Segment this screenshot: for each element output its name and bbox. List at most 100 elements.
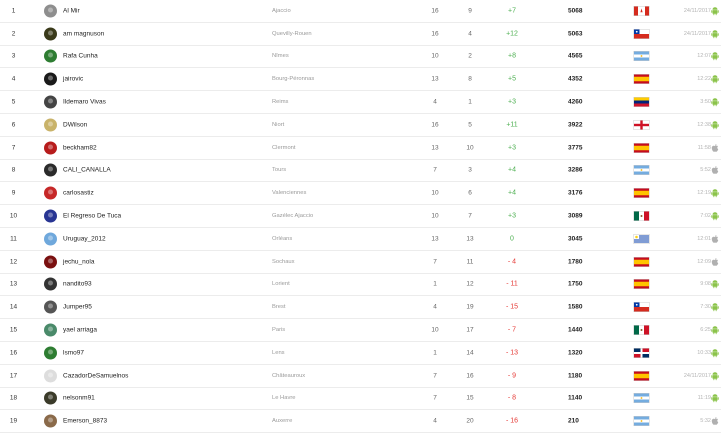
player-name[interactable]: Rafa Cunha bbox=[63, 53, 98, 60]
avatar[interactable] bbox=[44, 369, 57, 383]
last-seen-date: 12:22 bbox=[697, 76, 711, 83]
team-name: Lens bbox=[272, 349, 285, 356]
player-name[interactable]: El Regreso De Tuca bbox=[63, 213, 121, 220]
player-name[interactable]: Ildemaro Vivas bbox=[63, 99, 106, 106]
apple-icon bbox=[711, 234, 719, 243]
player-name[interactable]: yael arriaga bbox=[63, 327, 97, 334]
player-name[interactable]: Uruguay_2012 bbox=[63, 235, 106, 242]
ar-flag bbox=[634, 416, 649, 426]
rank-number: 13 bbox=[9, 280, 18, 288]
last-seen-date: 12:01 bbox=[697, 235, 711, 242]
points-value: 210 bbox=[568, 417, 579, 425]
rank-number: 16 bbox=[9, 349, 18, 357]
table-row[interactable]: 5 Ildemaro Vivas Reims 4 1 +3 4260 3:50 bbox=[0, 91, 721, 114]
player-name[interactable]: lsmo97 bbox=[63, 349, 84, 356]
player-name[interactable]: nelsonm91 bbox=[63, 395, 95, 402]
avatar[interactable] bbox=[44, 346, 57, 360]
rank-number: 8 bbox=[11, 166, 16, 174]
goal-difference: - 4 bbox=[507, 258, 517, 266]
team-name: Tours bbox=[272, 167, 287, 174]
table-row[interactable]: 11 Uruguay_2012 Orléans 13 13 0 3045 12:01 bbox=[0, 228, 721, 251]
points-value: 3089 bbox=[568, 212, 583, 220]
ca-flag bbox=[634, 6, 649, 16]
player-name[interactable]: Jumper95 bbox=[63, 304, 92, 311]
points-value: 3045 bbox=[568, 235, 583, 243]
table-row[interactable]: 4 jairovic Bourg-Péronnas 13 8 +5 4352 12:22 bbox=[0, 68, 721, 92]
team-name: Quevilly-Rouen bbox=[272, 30, 312, 37]
avatar[interactable] bbox=[44, 118, 57, 132]
avatar[interactable] bbox=[44, 323, 57, 337]
table-row[interactable]: 2 am magnuson Quevilly-Rouen 16 4 +12 5063 24/1… bbox=[0, 23, 721, 46]
last-seen-date: 12:07 bbox=[697, 53, 711, 60]
stat-wins: 10 bbox=[431, 326, 439, 334]
table-row[interactable]: 10 El Regreso De Tuca Gazélec Ajaccio 10 7 +3… bbox=[0, 205, 721, 228]
table-row[interactable]: 18 nelsonm91 Le Havre 7 15 - 8 1140 11:19 bbox=[0, 388, 721, 411]
team-name: Le Havre bbox=[272, 395, 296, 402]
avatar[interactable] bbox=[44, 414, 57, 428]
table-row[interactable]: 9 carlosastiz Valenciennes 10 6 +4 3176 12:19 bbox=[0, 182, 721, 206]
player-name[interactable]: DWilson bbox=[63, 121, 87, 128]
goal-difference: - 15 bbox=[505, 303, 519, 311]
table-row[interactable]: 14 Jumper95 Brest 4 19 - 15 1580 7:30 bbox=[0, 296, 721, 320]
android-icon bbox=[711, 348, 719, 358]
apple-icon bbox=[711, 166, 719, 175]
player-name[interactable]: beckham82 bbox=[63, 144, 97, 151]
player-name[interactable]: Emerson_8873 bbox=[63, 418, 107, 425]
table-row[interactable]: 12 jechu_nola Sochaux 7 11 - 4 1780 12:09 bbox=[0, 251, 721, 274]
stat-wins: 1 bbox=[433, 349, 437, 357]
table-row[interactable]: 13 nandito93 Lorient 1 12 - 11 1750 9:08 bbox=[0, 274, 721, 297]
team-name: Gazélec Ajaccio bbox=[272, 213, 314, 220]
avatar[interactable] bbox=[44, 232, 57, 246]
apple-icon bbox=[711, 417, 719, 426]
avatar[interactable] bbox=[44, 72, 57, 86]
table-row[interactable]: 17 CazadorDeSamuelnos Châteauroux 7 16 - 9 118… bbox=[0, 365, 721, 388]
avatar[interactable] bbox=[44, 391, 57, 405]
es-flag bbox=[634, 143, 649, 153]
last-seen-date: 9:08 bbox=[700, 281, 711, 288]
rank-number: 11 bbox=[10, 235, 17, 243]
goal-difference: +3 bbox=[508, 98, 516, 106]
avatar[interactable] bbox=[44, 163, 57, 177]
avatar[interactable] bbox=[44, 277, 57, 291]
avatar[interactable] bbox=[44, 209, 57, 223]
table-row[interactable]: 16 lsmo97 Lens 1 14 - 13 1320 10:33 bbox=[0, 342, 721, 365]
player-name[interactable]: am magnuson bbox=[63, 30, 104, 37]
player-name[interactable]: Al Mir bbox=[63, 7, 80, 14]
table-row[interactable]: 19 Emerson_8873 Auxerre 4 20 - 16 210 5:32 bbox=[0, 410, 721, 433]
player-name[interactable]: jairovic bbox=[63, 76, 83, 83]
player-name[interactable]: carlosastiz bbox=[63, 190, 94, 197]
rank-number: 9 bbox=[11, 189, 16, 197]
last-seen-date: 3:50 bbox=[700, 99, 711, 106]
table-row[interactable]: 6 DWilson Niort 16 5 +11 3922 12:38 bbox=[0, 114, 721, 137]
player-name[interactable]: CazadorDeSamuelnos bbox=[63, 372, 128, 379]
table-row[interactable]: 7 beckham82 Clermont 13 10 +3 3775 11:58 bbox=[0, 137, 721, 160]
stat-losses: 5 bbox=[468, 121, 472, 129]
table-row[interactable]: 8 CALI_CANALLA Tours 7 3 +4 3286 5:52 bbox=[0, 160, 721, 183]
avatar[interactable] bbox=[44, 186, 57, 200]
avatar[interactable] bbox=[44, 95, 57, 109]
table-row[interactable]: 1 Al Mir Ajaccio 16 9 +7 5068 24/11/2017 bbox=[0, 0, 721, 23]
avatar[interactable] bbox=[44, 255, 57, 269]
goal-difference: +3 bbox=[508, 144, 516, 152]
last-seen-date: 24/11/2017 bbox=[683, 372, 711, 379]
team-name: Orléans bbox=[272, 235, 293, 242]
table-row[interactable]: 15 yael arriaga Paris 10 17 - 7 1440 6:25 bbox=[0, 319, 721, 342]
stat-wins: 7 bbox=[433, 372, 437, 380]
avatar[interactable] bbox=[44, 49, 57, 63]
stat-losses: 12 bbox=[466, 280, 474, 288]
player-name[interactable]: CALI_CANALLA bbox=[63, 167, 111, 174]
avatar[interactable] bbox=[44, 141, 57, 155]
rank-number: 5 bbox=[11, 98, 16, 106]
stat-wins: 13 bbox=[431, 235, 439, 243]
avatar[interactable] bbox=[44, 300, 57, 314]
player-name[interactable]: jechu_nola bbox=[63, 258, 94, 265]
avatar[interactable] bbox=[44, 27, 57, 41]
do-flag bbox=[634, 348, 649, 358]
player-name[interactable]: nandito93 bbox=[63, 281, 92, 288]
avatar[interactable] bbox=[44, 4, 57, 18]
stat-losses: 19 bbox=[466, 303, 474, 311]
goal-difference: - 7 bbox=[507, 326, 517, 334]
table-row[interactable]: 3 Rafa Cunha Nîmes 10 2 +8 4565 12:07 bbox=[0, 46, 721, 69]
stat-wins: 13 bbox=[431, 144, 439, 152]
android-icon bbox=[711, 212, 719, 221]
